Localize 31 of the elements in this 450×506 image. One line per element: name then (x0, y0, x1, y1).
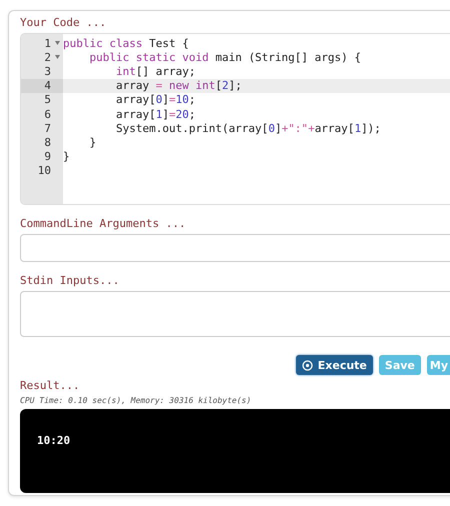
section-label: CommandLine Arguments ... (20, 217, 187, 231)
program-output: 10:20 (37, 434, 70, 447)
code-line: public class Test { (63, 36, 189, 50)
section-label: Stdin Inputs... (20, 274, 120, 288)
line-number: 1 (43, 36, 51, 50)
section-label: Result... (20, 379, 81, 393)
code-editor[interactable]: 1 public class Test { 2 public static void main (String[] args) { 3 int[] array; 4 array = new int[2]; 5 array[0]=10; 6 array[1]=20; 7 System.out.print(array[0]+":"+array[1]); 8 } 9 } 10 (20, 33, 450, 205)
line-number: 2 (43, 50, 51, 64)
line-number: 5 (43, 93, 51, 106)
code-line: } (63, 150, 70, 164)
section-label: Your Code ... (20, 16, 108, 30)
line-number: 4 (43, 79, 51, 92)
code-line: System.out.print(array[0]+":"+array[1]); (114, 122, 381, 135)
line-number: 7 (43, 122, 51, 135)
line-number: 10 (36, 164, 51, 178)
code-line: array[0]=10; (114, 93, 196, 106)
run-stats: CPU Time: 0.10 sec(s), Memory: 30316 kilobyte(s) (20, 395, 252, 407)
code-line: public static void main (String[] args) { (88, 50, 362, 64)
code-line: } (88, 136, 96, 149)
code-line: int[] array; (114, 64, 196, 78)
stdin-field[interactable] (20, 291, 450, 337)
action-button[interactable]: Execute (296, 355, 373, 375)
code-line: array[1]=20; (114, 108, 196, 121)
fold-caret-icon[interactable] (54, 41, 60, 46)
arguments-field[interactable] (20, 234, 450, 262)
line-number: 3 (43, 64, 51, 78)
line-number: 9 (43, 150, 51, 164)
code-line: array = new int[2]; (114, 79, 242, 92)
fold-caret-icon[interactable] (54, 55, 60, 60)
line-number: 8 (43, 136, 51, 149)
line-number: 6 (43, 108, 51, 121)
